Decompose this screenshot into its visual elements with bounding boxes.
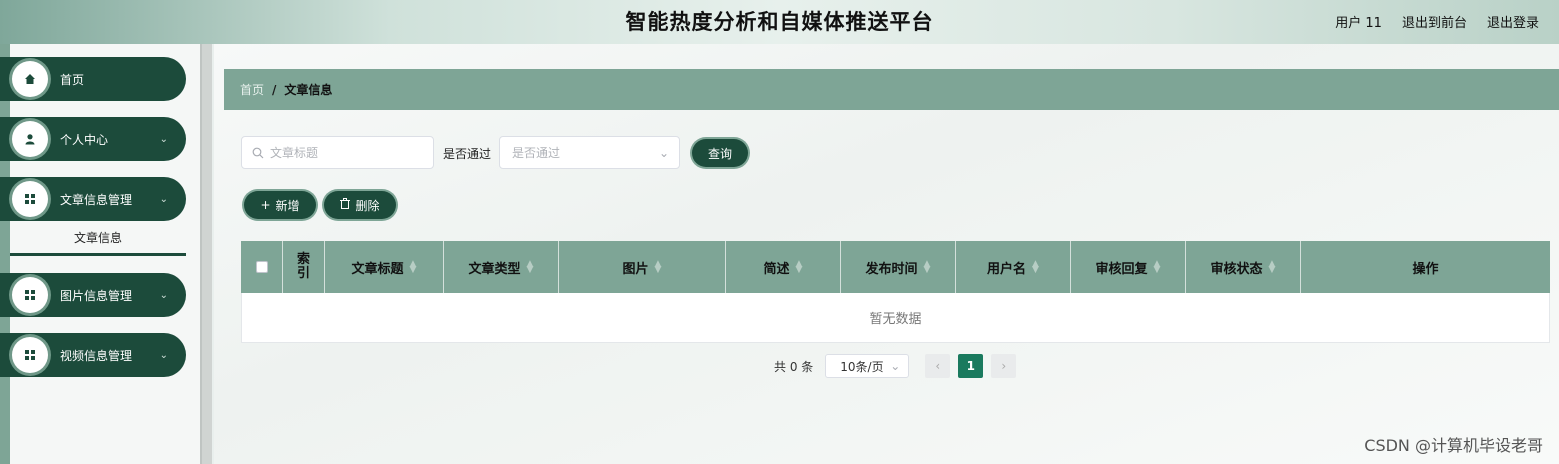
sidebar-item-label: 图片信息管理 [60, 288, 133, 303]
chevron-down-icon: ⌄ [159, 133, 168, 145]
column-header-index: 索 引 [283, 241, 325, 293]
column-header-actions: 操作 [1412, 261, 1439, 277]
sidebar-subitem-article-info[interactable]: 文章信息 [10, 228, 186, 256]
select-all-checkbox[interactable] [255, 261, 268, 273]
breadcrumb-current: 文章信息 [284, 83, 333, 97]
sort-icon: ▲ ▼ [1032, 259, 1039, 275]
chevron-down-icon: ⌄ [159, 289, 168, 301]
delete-button[interactable]: 删除 [324, 191, 396, 219]
breadcrumb: 首页 / 文章信息 [224, 69, 1559, 110]
home-icon [12, 61, 48, 97]
grid-icon [12, 337, 48, 373]
total-count: 共 0 条 [774, 359, 814, 374]
chevron-down-icon: ⌄ [890, 359, 901, 373]
sidebar-item-label: 个人中心 [60, 132, 109, 147]
chevron-left-icon: ‹ [935, 359, 941, 373]
grid-icon [12, 181, 48, 217]
delete-button-label: 删除 [355, 198, 380, 213]
column-header-publish-time[interactable]: 发布时间 ▲ ▼ [841, 241, 956, 293]
sort-icon: ▲ ▼ [795, 259, 803, 275]
prev-page-button[interactable]: ‹ [925, 354, 951, 378]
breadcrumb-separator: / [272, 82, 277, 97]
column-header-review-reply[interactable]: 审核回复 ▲ ▼ [1071, 241, 1186, 293]
chevron-right-icon: › [1001, 359, 1007, 373]
sort-icon: ▲ ▼ [409, 259, 417, 275]
page-title: 智能热度分析和自媒体推送平台 [625, 10, 934, 34]
search-icon [252, 147, 264, 158]
left-accent-strip [0, 44, 10, 464]
sort-icon: ▲ ▼ [1268, 259, 1276, 275]
table-empty-row: 暂无数据 [241, 293, 1550, 343]
page-size-value: 10条/页 [840, 359, 884, 374]
table-header: 索 引 文章标题 ▲ ▼ 文章类型 ▲ ▼ 图片 ▲ ▼ 简述 ▲ ▼ 发布时间 ▲ ▼ 用户名 ▲ ▼ [241, 241, 1550, 293]
sidebar-item-home[interactable]: 首页 [0, 57, 186, 101]
chevron-down-icon: ⌄ [658, 145, 669, 160]
sidebar-item-personal-center[interactable]: 个人中心 ⌄ [0, 117, 186, 161]
add-button[interactable]: + 新增 [244, 191, 316, 219]
user-icon [12, 121, 48, 157]
sidebar: 首页 个人中心 ⌄ 文章信息管理 ⌄ 文章信息 图片信息管理 ⌄ 视频信息管理 … [0, 44, 200, 464]
sidebar-item-label: 视频信息管理 [60, 348, 133, 363]
sidebar-item-image-management[interactable]: 图片信息管理 ⌄ [0, 273, 186, 317]
title-search-box[interactable] [241, 136, 434, 169]
article-table: 索 引 文章标题 ▲ ▼ 文章类型 ▲ ▼ 图片 ▲ ▼ 简述 ▲ ▼ 发布时间 ▲ ▼ 用户名 ▲ ▼ [241, 241, 1550, 343]
add-button-label: 新增 [275, 198, 300, 213]
page-size-select[interactable]: 10条/页 ⌄ [825, 354, 910, 378]
sort-icon: ▲ ▼ [654, 259, 662, 275]
sidebar-item-article-management[interactable]: 文章信息管理 ⌄ [0, 177, 186, 221]
sort-icon: ▲ ▼ [923, 259, 931, 275]
approval-filter-label: 是否通过 [443, 147, 492, 161]
trash-icon [340, 198, 351, 212]
column-header-review-status[interactable]: 审核状态 ▲ ▼ [1186, 241, 1301, 293]
column-header-title[interactable]: 文章标题 ▲ ▼ [325, 241, 444, 293]
column-header-type[interactable]: 文章类型 ▲ ▼ [444, 241, 559, 293]
chevron-down-icon: ⌄ [159, 349, 168, 361]
pagination: 共 0 条 10条/页 ⌄ ‹ 1 › [774, 354, 1017, 378]
sort-icon: ▲ ▼ [526, 259, 534, 275]
current-user-label: 用户 11 [1335, 16, 1382, 31]
sidebar-item-label: 文章信息管理 [60, 192, 133, 207]
header-user-menu: 用户 11 退出到前台 退出登录 [1335, 12, 1539, 31]
exit-to-front-link[interactable]: 退出到前台 [1402, 12, 1467, 31]
title-search-input[interactable] [270, 145, 420, 160]
logout-link[interactable]: 退出登录 [1487, 12, 1539, 31]
approval-filter-select[interactable]: 是否通过 ⌄ [499, 136, 680, 169]
chevron-down-icon: ⌄ [159, 193, 168, 205]
empty-text: 暂无数据 [869, 312, 922, 327]
approval-filter-placeholder: 是否通过 [512, 146, 561, 160]
grid-icon [12, 277, 48, 313]
watermark: CSDN @计算机毕设老哥 [1364, 436, 1543, 455]
column-header-image[interactable]: 图片 ▲ ▼ [559, 241, 726, 293]
sidebar-item-video-management[interactable]: 视频信息管理 ⌄ [0, 333, 186, 377]
plus-icon: + [260, 198, 271, 212]
sidebar-scrollbar[interactable] [200, 44, 212, 464]
query-button[interactable]: 查询 [692, 139, 748, 167]
main-content: 首页 / 文章信息 是否通过 是否通过 ⌄ 查询 + 新增 删除 索 引 [214, 44, 1559, 464]
sidebar-item-label: 首页 [60, 72, 85, 87]
query-button-label: 查询 [707, 146, 732, 161]
sort-icon: ▲ ▼ [1153, 259, 1161, 275]
next-page-button[interactable]: › [991, 354, 1017, 378]
page-number-current[interactable]: 1 [958, 354, 984, 378]
top-header: 智能热度分析和自媒体推送平台 用户 11 退出到前台 退出登录 [0, 0, 1559, 44]
column-header-username[interactable]: 用户名 ▲ ▼ [956, 241, 1071, 293]
column-header-summary[interactable]: 简述 ▲ ▼ [726, 241, 841, 293]
select-all-cell [241, 241, 283, 293]
breadcrumb-home-link[interactable]: 首页 [240, 81, 264, 98]
